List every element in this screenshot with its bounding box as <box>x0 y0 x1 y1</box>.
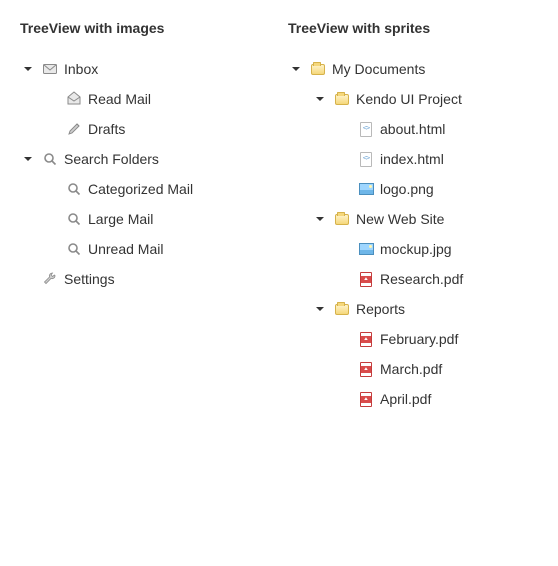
wrench-icon <box>42 271 58 287</box>
search-icon <box>66 241 82 257</box>
tree-item-index-html[interactable]: index.html <box>336 144 538 174</box>
tree-item-label: index.html <box>380 151 444 167</box>
treeview-demo-wrap: TreeView with images Inbox <box>0 0 558 434</box>
expand-toggle[interactable] <box>288 61 304 77</box>
mail-open-icon <box>66 91 82 107</box>
folder-icon <box>310 61 326 77</box>
tree-item-search-folders[interactable]: Search Folders <box>20 144 270 174</box>
tree-item-new-web-site[interactable]: New Web Site <box>312 204 538 234</box>
tree-item-label: Read Mail <box>88 91 151 107</box>
tree-item-logo-png[interactable]: logo.png <box>336 174 538 204</box>
pencil-icon <box>66 121 82 137</box>
tree-item-inbox[interactable]: Inbox <box>20 54 270 84</box>
pdf-file-icon <box>358 391 374 407</box>
tree-item-large-mail[interactable]: Large Mail <box>44 204 270 234</box>
tree-item-label: April.pdf <box>380 391 431 407</box>
tree-item-my-documents[interactable]: My Documents <box>288 54 538 84</box>
search-icon <box>66 211 82 227</box>
treeview-images-panel: TreeView with images Inbox <box>20 20 270 414</box>
expand-toggle[interactable] <box>20 151 36 167</box>
tree-item-label: March.pdf <box>380 361 442 377</box>
tree-item-label: Unread Mail <box>88 241 163 257</box>
treeview-sprites-panel: TreeView with sprites My Documents <box>288 20 538 414</box>
treeview-sprites: My Documents Kendo UI Project <box>288 54 538 414</box>
tree-item-read-mail[interactable]: Read Mail <box>44 84 270 114</box>
search-icon <box>42 151 58 167</box>
tree-item-february-pdf[interactable]: February.pdf <box>336 324 538 354</box>
search-icon <box>66 181 82 197</box>
tree-item-label: Drafts <box>88 121 125 137</box>
tree-item-about-html[interactable]: about.html <box>336 114 538 144</box>
expand-toggle[interactable] <box>312 301 328 317</box>
expand-toggle[interactable] <box>20 61 36 77</box>
image-file-icon <box>358 181 374 197</box>
tree-item-label: Large Mail <box>88 211 153 227</box>
tree-item-label: about.html <box>380 121 445 137</box>
tree-item-label: My Documents <box>332 61 425 77</box>
tree-item-march-pdf[interactable]: March.pdf <box>336 354 538 384</box>
tree-item-unread-mail[interactable]: Unread Mail <box>44 234 270 264</box>
pdf-file-icon <box>358 361 374 377</box>
mail-icon <box>42 61 58 77</box>
tree-item-label: Inbox <box>64 61 98 77</box>
tree-item-kendo-ui-project[interactable]: Kendo UI Project <box>312 84 538 114</box>
treeview-images-title: TreeView with images <box>20 20 270 36</box>
pdf-file-icon <box>358 331 374 347</box>
tree-item-label: February.pdf <box>380 331 458 347</box>
tree-item-mockup-jpg[interactable]: mockup.jpg <box>336 234 538 264</box>
tree-item-reports[interactable]: Reports <box>312 294 538 324</box>
tree-item-label: Categorized Mail <box>88 181 193 197</box>
tree-item-categorized-mail[interactable]: Categorized Mail <box>44 174 270 204</box>
tree-item-research-pdf[interactable]: Research.pdf <box>336 264 538 294</box>
tree-item-april-pdf[interactable]: April.pdf <box>336 384 538 414</box>
tree-item-label: mockup.jpg <box>380 241 452 257</box>
folder-icon <box>334 301 350 317</box>
expand-toggle[interactable] <box>312 211 328 227</box>
tree-item-settings[interactable]: Settings <box>20 264 270 294</box>
image-file-icon <box>358 241 374 257</box>
tree-item-label: Research.pdf <box>380 271 463 287</box>
tree-item-label: logo.png <box>380 181 434 197</box>
tree-item-label: Kendo UI Project <box>356 91 462 107</box>
html-file-icon <box>358 151 374 167</box>
tree-item-label: Search Folders <box>64 151 159 167</box>
tree-item-label: New Web Site <box>356 211 444 227</box>
pdf-file-icon <box>358 271 374 287</box>
treeview-images: Inbox Read Mail <box>20 54 270 294</box>
tree-item-label: Settings <box>64 271 115 287</box>
treeview-sprites-title: TreeView with sprites <box>288 20 538 36</box>
folder-icon <box>334 91 350 107</box>
tree-item-drafts[interactable]: Drafts <box>44 114 270 144</box>
expand-toggle[interactable] <box>312 91 328 107</box>
tree-item-label: Reports <box>356 301 405 317</box>
folder-icon <box>334 211 350 227</box>
html-file-icon <box>358 121 374 137</box>
